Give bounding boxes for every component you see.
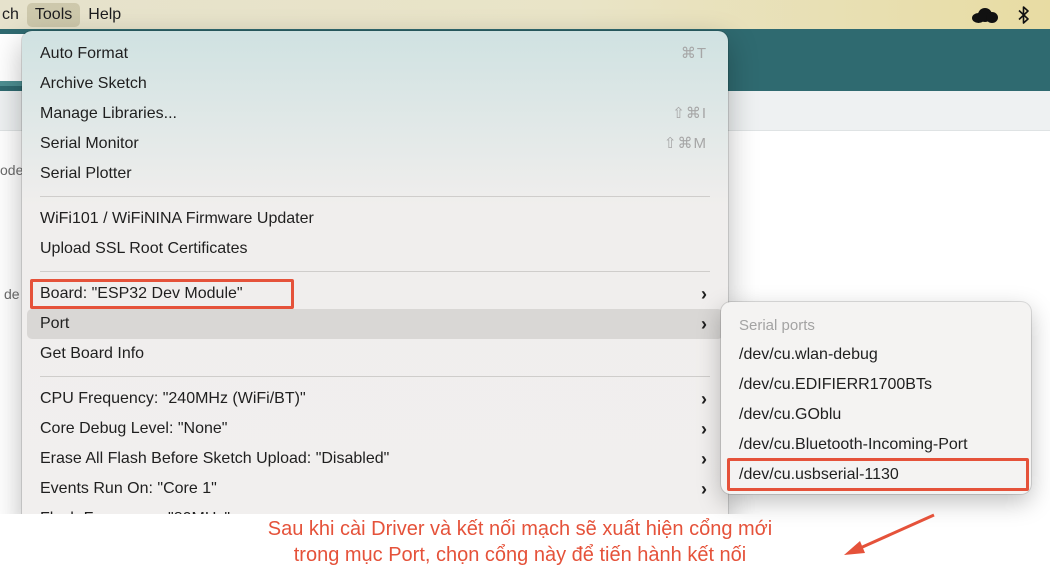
annotation-arrow-icon [844,513,935,555]
menu-item-serial-monitor[interactable]: Serial Monitor ⇧⌘M [27,129,723,159]
highlight-board-box [30,279,294,309]
menu-item-label: Auto Format [40,45,129,62]
menu-item-upload-ssl-certificates[interactable]: Upload SSL Root Certificates [27,234,723,264]
menu-item-label: Events Run On: "Core 1" [40,480,217,497]
port-item[interactable]: /dev/cu.GOblu [726,400,1026,430]
menu-item-label: Erase All Flash Before Sketch Upload: "D… [40,450,390,467]
menu-item-serial-plotter[interactable]: Serial Plotter [27,159,723,189]
menu-item-label: Get Board Info [40,345,145,362]
shortcut-label: ⇧⌘I [672,105,707,122]
annotation-line-2: trong mục Port, chọn cổng này để tiến hà… [293,544,747,566]
menu-item-firmware-updater[interactable]: WiFi101 / WiFiNINA Firmware Updater [27,204,723,234]
annotation-line-1: Sau khi cài Driver và kết nối mạch sẽ xu… [267,518,773,540]
menu-item-auto-format[interactable]: Auto Format ⌘T [27,39,723,69]
creative-cloud-icon[interactable] [972,7,998,23]
menu-item-erase-flash[interactable]: Erase All Flash Before Sketch Upload: "D… [27,444,723,474]
menubar: ch Tools Help [0,0,1050,29]
status-icons [972,0,1030,29]
menu-item-events-run-on[interactable]: Events Run On: "Core 1" › [27,474,723,504]
shortcut-label: ⌘T [680,45,707,62]
background-text-fragment: de [4,286,20,302]
menu-item-archive-sketch[interactable]: Archive Sketch [27,69,723,99]
menu-separator [40,271,710,272]
annotation-caption: Sau khi cài Driver và kết nối mạch sẽ xu… [150,516,890,568]
menu-item-label: Serial Plotter [40,165,132,182]
menu-item-label: Manage Libraries... [40,105,177,122]
background-text-fragment: ode [0,162,24,178]
port-item[interactable]: /dev/cu.Bluetooth-Incoming-Port [726,430,1026,460]
port-item[interactable]: /dev/cu.EDIFIERR1700BTs [726,370,1026,400]
chevron-right-icon: › [701,419,707,439]
menu-tools[interactable]: Tools [26,3,81,27]
menu-item-label: Serial Monitor [40,135,139,152]
menu-sketch[interactable]: ch [0,0,27,29]
menu-item-label: WiFi101 / WiFiNINA Firmware Updater [40,210,314,227]
menu-item-port[interactable]: Port › [27,309,723,339]
menu-item-get-board-info[interactable]: Get Board Info [27,339,723,369]
menu-item-label: Upload SSL Root Certificates [40,240,248,257]
port-submenu-header: Serial ports [739,316,815,334]
menu-item-core-debug-level[interactable]: Core Debug Level: "None" › [27,414,723,444]
chevron-right-icon: › [701,479,707,499]
menu-item-label: CPU Frequency: "240MHz (WiFi/BT)" [40,390,306,407]
chevron-right-icon: › [701,389,707,409]
highlight-usbserial-box [727,458,1029,491]
menu-separator [40,376,710,377]
menu-separator [40,196,710,197]
menu-item-label: Core Debug Level: "None" [40,420,228,437]
menu-item-label: Port [40,315,70,332]
port-item[interactable]: /dev/cu.wlan-debug [726,340,1026,370]
chevron-right-icon: › [701,449,707,469]
bluetooth-icon[interactable] [1018,5,1030,24]
shortcut-label: ⇧⌘M [663,135,707,152]
chevron-right-icon: › [701,284,707,304]
menu-item-manage-libraries[interactable]: Manage Libraries... ⇧⌘I [27,99,723,129]
menu-item-label: Archive Sketch [40,75,147,92]
menu-help[interactable]: Help [80,0,129,29]
chevron-right-icon: › [701,314,707,334]
menu-item-cpu-frequency[interactable]: CPU Frequency: "240MHz (WiFi/BT)" › [27,384,723,414]
